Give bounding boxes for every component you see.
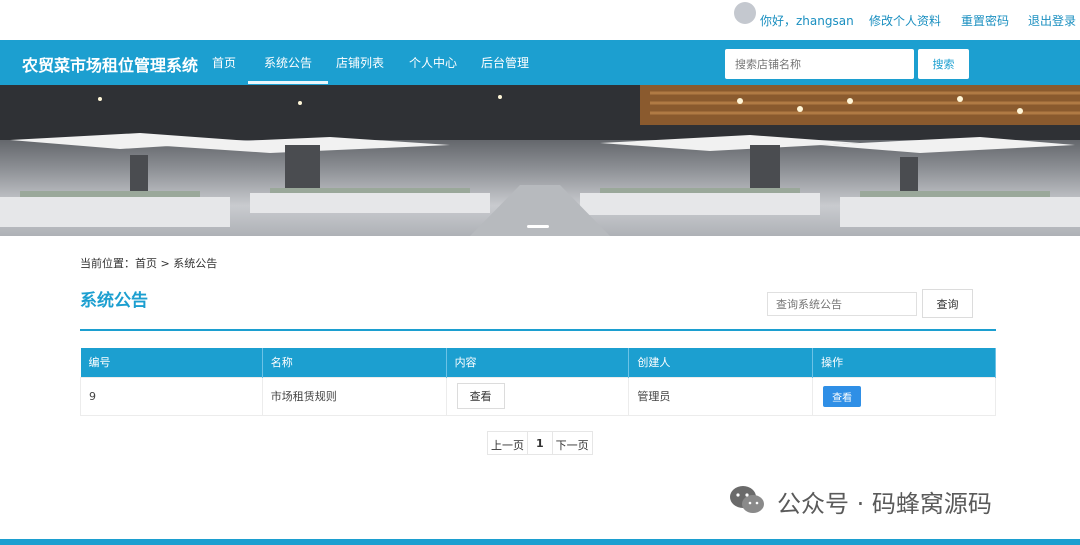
greeting-text: 你好，zhangsan — [760, 14, 854, 28]
column-header-name: 名称 — [262, 348, 447, 377]
cell-creator: 管理员 — [628, 376, 814, 416]
current-page[interactable]: 1 — [528, 432, 553, 454]
watermark-text: 公众号 · 码蜂窝源码 — [777, 490, 992, 518]
reset-password-link[interactable]: 重置密码 — [961, 12, 1009, 29]
column-header-content: 内容 — [446, 348, 630, 377]
shop-search-input[interactable] — [725, 49, 914, 79]
avatar — [734, 2, 756, 24]
logout-link[interactable]: 退出登录 — [1028, 12, 1076, 29]
table-row: 9 市场租赁规则 查看 管理员 查看 — [80, 376, 996, 416]
column-header-actions: 操作 — [812, 348, 996, 377]
breadcrumb: 当前位置：首页 > 系统公告 — [80, 257, 218, 270]
view-content-button[interactable]: 查看 — [456, 383, 505, 409]
column-header-creator: 创建人 — [628, 348, 814, 377]
nav-item-profile[interactable]: 个人中心 — [409, 54, 457, 71]
nav-item-shops[interactable]: 店铺列表 — [336, 54, 384, 71]
edit-profile-link[interactable]: 修改个人资料 — [869, 12, 941, 29]
site-brand: 农贸菜市场租位管理系统 — [22, 56, 199, 75]
announcement-query-input[interactable] — [767, 292, 917, 316]
announcement-query-button[interactable]: 查询 — [922, 289, 973, 318]
page-title: 系统公告 — [80, 291, 148, 311]
nav-item-home[interactable]: 首页 — [212, 54, 236, 71]
user-bar: 你好，zhangsan 修改个人资料 重置密码 退出登录 — [0, 0, 1080, 40]
table-header-row: 编号 名称 内容 创建人 操作 — [80, 348, 996, 377]
view-detail-button[interactable]: 查看 — [823, 385, 862, 407]
shop-search-button[interactable]: 搜索 — [918, 49, 969, 79]
next-page-button[interactable]: 下一页 — [553, 432, 592, 454]
cell-content: 查看 — [445, 376, 630, 416]
main-nav: 农贸菜市场租位管理系统 首页 系统公告 店铺列表 个人中心 后台管理 搜索 — [0, 40, 1080, 85]
nav-item-announcements[interactable]: 系统公告 — [247, 54, 329, 84]
cell-name: 市场租赁规则 — [261, 376, 447, 416]
wechat-icon — [730, 486, 764, 513]
announcement-table: 编号 名称 内容 创建人 操作 9 市场租赁规则 查看 管理员 查看 — [80, 348, 996, 416]
cell-id: 9 — [80, 376, 263, 416]
cell-actions: 查看 — [812, 376, 996, 416]
market-hall-illustration — [0, 85, 1080, 236]
footer-bar — [0, 539, 1080, 545]
market-banner-image — [0, 85, 1080, 236]
title-divider — [80, 329, 996, 331]
nav-item-admin[interactable]: 后台管理 — [481, 54, 529, 71]
column-header-id: 编号 — [80, 348, 263, 377]
prev-page-button[interactable]: 上一页 — [488, 432, 528, 454]
banner-indicator[interactable] — [527, 225, 549, 228]
pagination: 上一页 1 下一页 — [487, 431, 593, 455]
